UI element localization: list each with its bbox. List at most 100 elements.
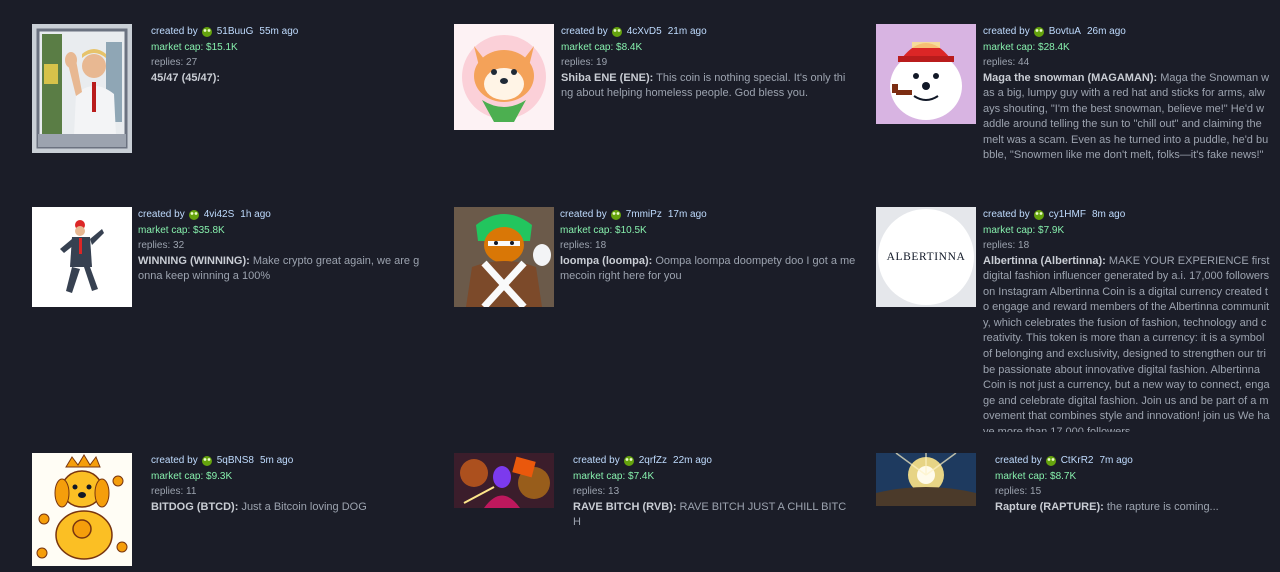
creator-link[interactable]: 7mmiPz [626,207,662,223]
coin-description: Maga the snowman (MAGAMAN): Maga the Sno… [983,71,1270,165]
trump-window-image [32,24,132,153]
market-cap-value: $8.4K [616,41,643,53]
frog-avatar-icon [201,455,212,466]
creator-link[interactable]: 4cXvD5 [627,24,662,40]
market-cap: market cap: $8.7K [995,469,1270,485]
creator-link[interactable]: CtKrR2 [1061,453,1094,469]
coin-description: RAVE BITCH (RVB): RAVE BITCH JUST A CHIL… [573,500,848,531]
market-cap: market cap: $9.3K [151,469,438,485]
creator-link[interactable]: 4vi42S [204,207,235,223]
creator-line: created by 4cXvD5 21m ago [561,24,848,40]
coin-card[interactable]: created by 4vi42S 1h ago market cap: $35… [32,207,425,307]
creator-line: created by CtKrR2 7m ago [995,453,1270,469]
dancing-man-image [32,207,132,307]
coin-description: loompa (loompa): Oompa loompa doompety d… [560,254,860,285]
market-cap-value: $35.8K [193,224,225,236]
created-by-label: created by [983,26,1030,37]
coin-info: created by 7mmiPz 17m ago market cap: $1… [560,207,860,307]
coin-info: created by BovtuA 26m ago market cap: $2… [983,24,1270,164]
created-time: 17m ago [667,209,707,220]
replies-label: replies: [151,486,187,497]
frog-avatar-icon [201,26,212,37]
market-cap-value: $28.4K [1038,41,1070,53]
replies-label: replies: [573,486,609,497]
created-time: 26m ago [1086,26,1126,37]
market-cap: market cap: $35.8K [138,223,425,239]
market-cap-label: market cap: [138,224,194,236]
creator-line: created by 4vi42S 1h ago [138,207,425,223]
coin-description: WINNING (WINNING): Make crypto great aga… [138,254,425,285]
market-cap-label: market cap: [983,41,1039,53]
coin-name: 45/47 (45/47): [151,71,221,84]
coin-name: BITDOG (BTCD): [151,500,239,513]
market-cap-value: $10.5K [615,224,647,236]
created-by-label: created by [560,209,607,220]
replies-count: replies: 19 [561,55,848,71]
market-cap-label: market cap: [983,224,1039,236]
created-by-label: created by [561,26,608,37]
replies-label: replies: [151,57,187,68]
frog-avatar-icon [611,26,622,37]
replies-count: replies: 27 [151,55,451,71]
replies-value: 13 [608,486,620,497]
coin-card[interactable]: created by 4cXvD5 21m ago market cap: $8… [454,24,848,130]
frog-avatar-icon [1033,26,1044,37]
creator-link[interactable]: 2qrfZz [639,453,667,469]
coin-card[interactable]: created by 7mmiPz 17m ago market cap: $1… [454,207,860,307]
coin-description: Shiba ENE (ENE): This coin is nothing sp… [561,71,848,102]
albertinna-logo-text: ALBERTINNA [887,251,966,263]
replies-value: 18 [1018,240,1030,251]
coin-info: created by 2qrfZz 22m ago market cap: $7… [573,453,860,531]
creator-link[interactable]: 5qBNS8 [217,453,254,469]
coin-name: Rapture (RAPTURE): [995,500,1104,513]
replies-label: replies: [983,57,1019,68]
creator-link[interactable]: BovtuA [1049,24,1081,40]
coin-card[interactable]: ALBERTINNA created by cy1HMF 8m ago mark… [876,207,1270,432]
coin-card[interactable]: created by 51BuuG 55m ago market cap: $1… [32,24,451,153]
coin-name: loompa (loompa): [560,254,653,267]
replies-label: replies: [983,240,1019,251]
replies-count: replies: 13 [573,484,860,500]
replies-label: replies: [995,486,1031,497]
coin-grid: created by 51BuuG 55m ago market cap: $1… [0,0,1280,572]
coin-name: Shiba ENE (ENE): [561,71,654,84]
replies-count: replies: 32 [138,238,425,254]
market-cap-value: $9.3K [206,470,233,482]
coin-description: 45/47 (45/47): [151,71,451,87]
snowman-image [876,24,976,124]
market-cap: market cap: $15.1K [151,40,451,56]
replies-value: 27 [186,57,198,68]
coin-name: Maga the snowman (MAGAMAN): [983,71,1158,84]
frog-avatar-icon [188,209,199,220]
coin-card[interactable]: created by 5qBNS8 5m ago market cap: $9.… [32,453,438,566]
coin-info: created by cy1HMF 8m ago market cap: $7.… [983,207,1270,432]
creator-link[interactable]: 51BuuG [217,24,254,40]
rapture-image [876,453,976,506]
coin-info: created by 4cXvD5 21m ago market cap: $8… [561,24,848,130]
created-time: 22m ago [673,455,712,466]
replies-value: 11 [186,486,197,497]
replies-value: 18 [595,240,607,251]
coin-card[interactable]: created by 2qrfZz 22m ago market cap: $7… [454,453,860,531]
coin-card[interactable]: created by CtKrR2 7m ago market cap: $8.… [876,453,1270,515]
created-time: 8m ago [1091,209,1126,220]
frog-avatar-icon [1033,209,1044,220]
coin-card[interactable]: created by BovtuA 26m ago market cap: $2… [876,24,1270,164]
albertinna-logo-image: ALBERTINNA [876,207,976,307]
created-time: 5m ago [259,455,294,466]
created-time: 7m ago [1099,455,1133,466]
created-time: 55m ago [259,26,299,37]
replies-label: replies: [560,240,596,251]
description-text: Just a Bitcoin loving DOG [241,500,367,513]
creator-link[interactable]: cy1HMF [1049,207,1086,223]
market-cap-value: $15.1K [206,41,238,53]
market-cap: market cap: $28.4K [983,40,1270,56]
creator-line: created by 5qBNS8 5m ago [151,453,438,469]
created-time: 21m ago [667,26,707,37]
replies-count: replies: 18 [983,238,1270,254]
rave-warrior-image [454,453,554,508]
coin-description: Rapture (RAPTURE): the rapture is coming… [995,500,1270,516]
description-text: MAKE YOUR EXPERIENCE first digital fashi… [983,254,1270,432]
coin-name: WINNING (WINNING): [138,254,250,267]
creator-line: created by 51BuuG 55m ago [151,24,451,40]
